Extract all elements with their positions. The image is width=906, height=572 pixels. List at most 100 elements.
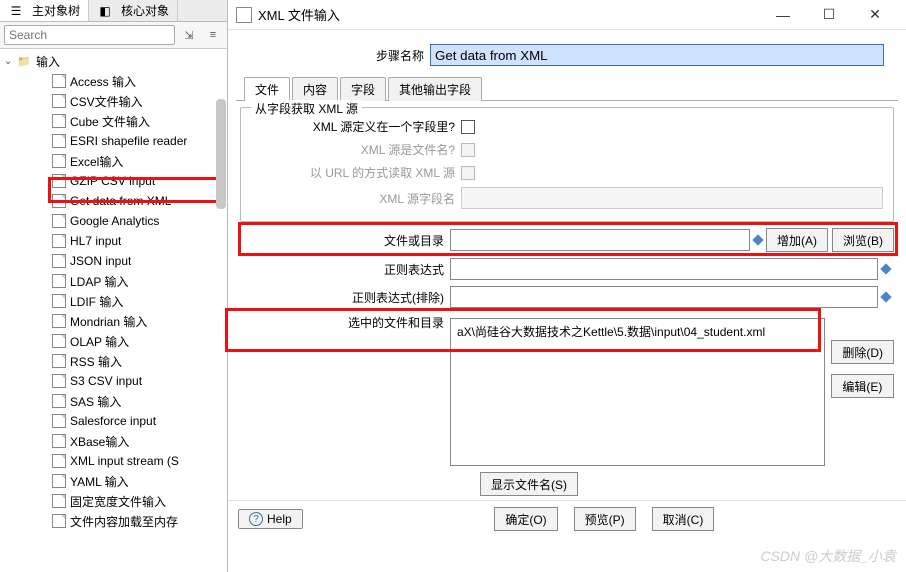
tree-item[interactable]: RSS 输入 [0, 351, 227, 371]
input-regex-exclude[interactable] [450, 286, 878, 308]
file-icon [52, 494, 66, 508]
checkbox-xml-is-file [461, 143, 475, 157]
tree-item[interactable]: Cube 文件输入 [0, 111, 227, 131]
file-icon [52, 254, 66, 268]
collapse-all-icon[interactable]: ≡ [203, 25, 223, 45]
tree-item[interactable]: SAS 输入 [0, 391, 227, 411]
tree-item[interactable]: XML input stream (S [0, 451, 227, 471]
tree-item[interactable]: 文件内容加载至内存 [0, 511, 227, 531]
minimize-button[interactable]: — [760, 0, 806, 30]
browse-button[interactable]: 浏览(B) [832, 228, 894, 252]
tree-item-label: SAS 输入 [70, 393, 121, 410]
tree-item[interactable]: OLAP 输入 [0, 331, 227, 351]
label-read-url: 以 URL 的方式读取 XML 源 [251, 164, 461, 181]
preview-button[interactable]: 预览(P) [574, 507, 636, 531]
tree-item-label: RSS 输入 [70, 353, 122, 370]
dialog: XML 文件输入 — ☐ ✕ 步骤名称 文件内容字段其他输出字段 从字段获取 X… [228, 0, 906, 572]
tree-item[interactable]: HL7 input [0, 231, 227, 251]
left-tabs: ☰ 主对象树 ◧ 核心对象 [0, 0, 227, 22]
chevron-down-icon[interactable]: ⌄ [4, 56, 16, 67]
file-icon [52, 194, 66, 208]
file-icon [52, 74, 66, 88]
tree-item[interactable]: ESRI shapefile reader [0, 131, 227, 151]
checkbox-read-url [461, 166, 475, 180]
tree-item-label: Salesforce input [70, 414, 156, 428]
tree-item[interactable]: 固定宽度文件输入 [0, 491, 227, 511]
step-name-input[interactable] [430, 44, 884, 66]
tree-item[interactable]: JSON input [0, 251, 227, 271]
tab-core[interactable]: ◧ 核心对象 [89, 0, 178, 21]
tree[interactable]: ⌄ 输入 Access 输入 CSV文件输入 Cube 文件输入 ESRI shape… [0, 49, 227, 572]
titlebar: XML 文件输入 — ☐ ✕ [228, 0, 906, 30]
tree-item-label: XBase输入 [70, 433, 129, 450]
show-filenames-button[interactable]: 显示文件名(S) [480, 472, 578, 496]
file-icon [52, 354, 66, 368]
file-icon [52, 174, 66, 188]
tree-item[interactable]: Google Analytics [0, 211, 227, 231]
tree-item-label: CSV文件输入 [70, 93, 143, 110]
tree-item[interactable]: Salesforce input [0, 411, 227, 431]
tree-item-label: Google Analytics [70, 214, 159, 228]
help-button[interactable]: ? Help [238, 509, 303, 529]
diamond-icon [880, 291, 891, 302]
tree-item-label: Mondrian 输入 [70, 313, 147, 330]
diamond-icon [752, 234, 763, 245]
tabbar: 文件内容字段其他输出字段 [236, 76, 898, 101]
add-button[interactable]: 增加(A) [766, 228, 828, 252]
tree-item[interactable]: XBase输入 [0, 431, 227, 451]
tree-root-label: 输入 [36, 53, 60, 70]
label-xml-is-file: XML 源是文件名? [251, 141, 461, 158]
file-section: 文件或目录 增加(A) 浏览(B) 正则表达式 正则表达式(排除) 选中的文件和… [228, 228, 906, 496]
label-regex-exclude: 正则表达式(排除) [240, 289, 450, 306]
file-icon [52, 114, 66, 128]
file-icon [52, 214, 66, 228]
search-input[interactable] [4, 25, 175, 45]
selected-files-list[interactable]: aX\尚硅谷大数据技术之Kettle\5.数据\input\04_student… [450, 318, 825, 466]
tree-item[interactable]: Excel输入 [0, 151, 227, 171]
tree-item[interactable]: S3 CSV input [0, 371, 227, 391]
input-regex[interactable] [450, 258, 878, 280]
tree-item[interactable]: YAML 输入 [0, 471, 227, 491]
close-button[interactable]: ✕ [852, 0, 898, 30]
diamond-icon [880, 263, 891, 274]
tree-root-row[interactable]: ⌄ 输入 [0, 51, 227, 71]
checkbox-xml-in-field[interactable] [461, 120, 475, 134]
dialog-icon [236, 7, 252, 23]
tree-item-label: OLAP 输入 [70, 333, 129, 350]
delete-button[interactable]: 删除(D) [831, 340, 894, 364]
tab-2[interactable]: 字段 [340, 77, 386, 101]
cancel-button[interactable]: 取消(C) [652, 507, 715, 531]
tree-item[interactable]: Access 输入 [0, 71, 227, 91]
tab-main-tree[interactable]: ☰ 主对象树 [0, 0, 89, 21]
tree-item[interactable]: Get data from XML [0, 191, 227, 211]
file-icon [52, 434, 66, 448]
step-name-label: 步骤名称 [240, 47, 430, 64]
file-icon [52, 414, 66, 428]
tree-item-label: LDAP 输入 [70, 273, 128, 290]
expand-all-icon[interactable]: ⇲ [179, 25, 199, 45]
help-icon: ? [249, 512, 263, 526]
groupbox-title: 从字段获取 XML 源 [251, 100, 362, 117]
tab-0[interactable]: 文件 [244, 77, 290, 101]
list-item[interactable]: aX\尚硅谷大数据技术之Kettle\5.数据\input\04_student… [451, 319, 824, 344]
tree-item[interactable]: LDAP 输入 [0, 271, 227, 291]
form-top: 步骤名称 [228, 30, 906, 76]
file-icon [52, 154, 66, 168]
tree-item[interactable]: Mondrian 输入 [0, 311, 227, 331]
tree-item[interactable]: GZIP CSV input [0, 171, 227, 191]
tab-3[interactable]: 其他输出字段 [388, 77, 482, 101]
tree-item-label: Cube 文件输入 [70, 113, 150, 130]
file-icon [52, 274, 66, 288]
tab-label: 主对象树 [32, 2, 80, 19]
ok-button[interactable]: 确定(O) [494, 507, 557, 531]
file-icon [52, 234, 66, 248]
tab-1[interactable]: 内容 [292, 77, 338, 101]
input-file-or-dir[interactable] [450, 229, 750, 251]
scrollbar-thumb[interactable] [216, 99, 226, 209]
tree-item[interactable]: CSV文件输入 [0, 91, 227, 111]
edit-button[interactable]: 编辑(E) [831, 374, 894, 398]
tree-item-label: ESRI shapefile reader [70, 134, 187, 148]
maximize-button[interactable]: ☐ [806, 0, 852, 30]
tree-item[interactable]: LDIF 输入 [0, 291, 227, 311]
tree-item-label: S3 CSV input [70, 374, 142, 388]
